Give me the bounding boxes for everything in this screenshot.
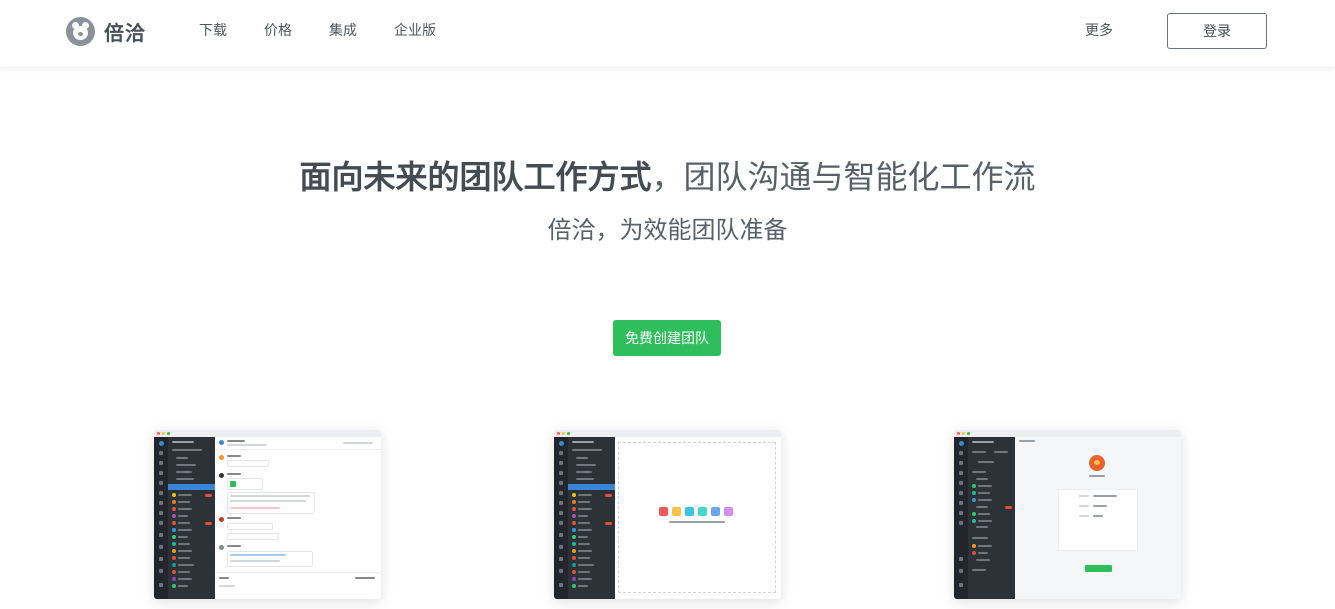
- nav-item-pricing[interactable]: 价格: [264, 21, 292, 41]
- hero-title-rest: ，团队沟通与智能化工作流: [651, 158, 1036, 196]
- brand-logo[interactable]: 倍洽: [66, 16, 146, 46]
- settings-preview-screenshot: [954, 430, 1181, 599]
- nav-item-enterprise[interactable]: 企业版: [394, 21, 436, 41]
- site-header: 倍洽 下载 价格 集成 企业版 更多 登录: [0, 0, 1335, 68]
- bear-logo-icon: [66, 16, 95, 46]
- nav-item-download[interactable]: 下载: [199, 21, 227, 41]
- hero-subtitle: 倍洽，为效能团队准备: [547, 216, 788, 244]
- chat-preview-screenshot: [154, 430, 381, 599]
- create-team-button[interactable]: 免费创建团队: [613, 320, 721, 356]
- nav-more-link[interactable]: 更多: [1085, 21, 1113, 41]
- hero-title-bold: 面向未来的团队工作方式: [299, 158, 652, 196]
- main-nav: 下载 价格 集成 企业版: [199, 21, 473, 41]
- files-preview-screenshot: [554, 430, 781, 599]
- nav-item-integrations[interactable]: 集成: [329, 21, 357, 41]
- hero-title: 面向未来的团队工作方式，团队沟通与智能化工作流: [0, 155, 1335, 199]
- login-button[interactable]: 登录: [1167, 13, 1267, 49]
- brand-name: 倍洽: [104, 20, 146, 45]
